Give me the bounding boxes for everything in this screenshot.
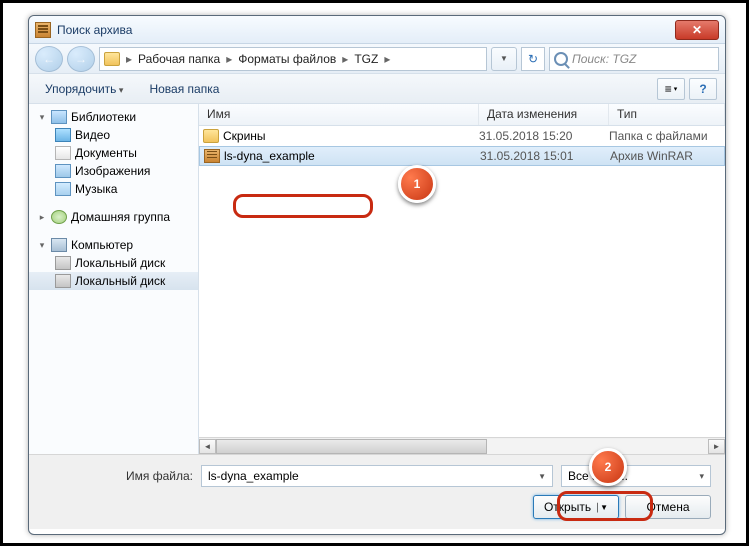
open-dialog: Поиск архива ✕ ← → ▸ Рабочая папка ▸ Фор… [28, 15, 726, 535]
window-title: Поиск архива [57, 23, 132, 37]
library-icon [51, 110, 67, 124]
tree-music[interactable]: Музыка [29, 180, 198, 198]
winrar-icon [35, 22, 51, 38]
scroll-track[interactable] [216, 439, 708, 454]
disk-icon [55, 256, 71, 270]
search-icon [554, 52, 568, 66]
toolbar: Упорядочить Новая папка ≡▾ ? [29, 74, 725, 104]
homegroup-icon [51, 210, 67, 224]
expand-icon[interactable]: ▾ [37, 240, 47, 250]
search-input[interactable]: Поиск: TGZ [549, 47, 719, 71]
filename-label: Имя файла: [43, 469, 193, 483]
col-date[interactable]: Дата изменения [479, 104, 609, 125]
file-list: Имя Дата изменения Тип Скрины 31.05.2018… [199, 104, 725, 454]
scroll-thumb[interactable] [216, 439, 487, 454]
search-placeholder: Поиск: TGZ [572, 52, 636, 66]
screenshot-frame: Поиск архива ✕ ← → ▸ Рабочая папка ▸ Фор… [0, 0, 749, 546]
chevron-icon: ▸ [126, 52, 132, 66]
horizontal-scrollbar[interactable]: ◄ ► [199, 437, 725, 454]
back-icon: ← [43, 52, 55, 66]
expand-icon[interactable]: ▸ [37, 212, 47, 222]
breadcrumb[interactable]: TGZ [352, 50, 380, 68]
close-icon: ✕ [692, 23, 702, 37]
dialog-body: ▾Библиотеки Видео Документы Изображения … [29, 104, 725, 454]
music-icon [55, 182, 71, 196]
list-item-archive[interactable]: ls-dyna_example 31.05.2018 15:01 Архив W… [199, 146, 725, 166]
help-button[interactable]: ? [689, 78, 717, 100]
computer-icon [51, 238, 67, 252]
file-rows: Скрины 31.05.2018 15:20 Папка с файлами … [199, 126, 725, 437]
split-chevron-icon: │▼ [595, 503, 608, 512]
archive-icon [204, 149, 220, 163]
video-icon [55, 128, 71, 142]
expand-icon[interactable]: ▾ [37, 112, 47, 122]
refresh-button[interactable]: ↻ [521, 47, 545, 71]
nav-tree[interactable]: ▾Библиотеки Видео Документы Изображения … [29, 104, 199, 454]
tree-documents[interactable]: Документы [29, 144, 198, 162]
tree-disk[interactable]: Локальный диск [29, 254, 198, 272]
document-icon [55, 146, 71, 160]
tree-computer[interactable]: ▾Компьютер [29, 236, 198, 254]
column-headers: Имя Дата изменения Тип [199, 104, 725, 126]
folder-icon [104, 52, 120, 66]
filetype-combo[interactable]: Все архи... [561, 465, 711, 487]
tree-video[interactable]: Видео [29, 126, 198, 144]
image-icon [55, 164, 71, 178]
col-name[interactable]: Имя [199, 104, 479, 125]
filename-input[interactable]: ls-dyna_example▼ [201, 465, 553, 487]
list-item-folder[interactable]: Скрины 31.05.2018 15:20 Папка с файлами [199, 126, 725, 146]
tree-images[interactable]: Изображения [29, 162, 198, 180]
chevron-icon: ▸ [384, 52, 390, 66]
open-button[interactable]: Открыть│▼ [533, 495, 619, 519]
breadcrumb[interactable]: Форматы файлов [236, 50, 338, 68]
tree-disk[interactable]: Локальный диск [29, 272, 198, 290]
organize-button[interactable]: Упорядочить [37, 78, 131, 100]
view-icon: ≡ [665, 82, 672, 96]
cancel-button[interactable]: Отмена [625, 495, 711, 519]
forward-icon: → [75, 52, 87, 66]
tree-libraries[interactable]: ▾Библиотеки [29, 108, 198, 126]
view-button[interactable]: ≡▾ [657, 78, 685, 100]
chevron-down-icon: ▼ [500, 54, 508, 63]
new-folder-button[interactable]: Новая папка [141, 78, 227, 100]
bottom-panel: Имя файла: ls-dyna_example▼ Все архи... … [29, 454, 725, 529]
nav-row: ← → ▸ Рабочая папка ▸ Форматы файлов ▸ T… [29, 44, 725, 74]
chevron-down-icon: ▾ [674, 85, 678, 93]
scroll-left-button[interactable]: ◄ [199, 439, 216, 454]
disk-icon [55, 274, 71, 288]
chevron-down-icon[interactable]: ▼ [538, 472, 546, 481]
back-button[interactable]: ← [35, 46, 63, 72]
col-type[interactable]: Тип [609, 104, 725, 125]
address-dropdown[interactable]: ▼ [491, 47, 517, 71]
chevron-icon: ▸ [226, 52, 232, 66]
forward-button[interactable]: → [67, 46, 95, 72]
help-icon: ? [699, 82, 706, 96]
chevron-icon: ▸ [342, 52, 348, 66]
address-bar[interactable]: ▸ Рабочая папка ▸ Форматы файлов ▸ TGZ ▸ [99, 47, 487, 71]
folder-icon [203, 129, 219, 143]
scroll-right-button[interactable]: ► [708, 439, 725, 454]
refresh-icon: ↻ [528, 52, 538, 66]
breadcrumb[interactable]: Рабочая папка [136, 50, 222, 68]
tree-homegroup[interactable]: ▸Домашняя группа [29, 208, 198, 226]
titlebar: Поиск архива ✕ [29, 16, 725, 44]
close-button[interactable]: ✕ [675, 20, 719, 40]
